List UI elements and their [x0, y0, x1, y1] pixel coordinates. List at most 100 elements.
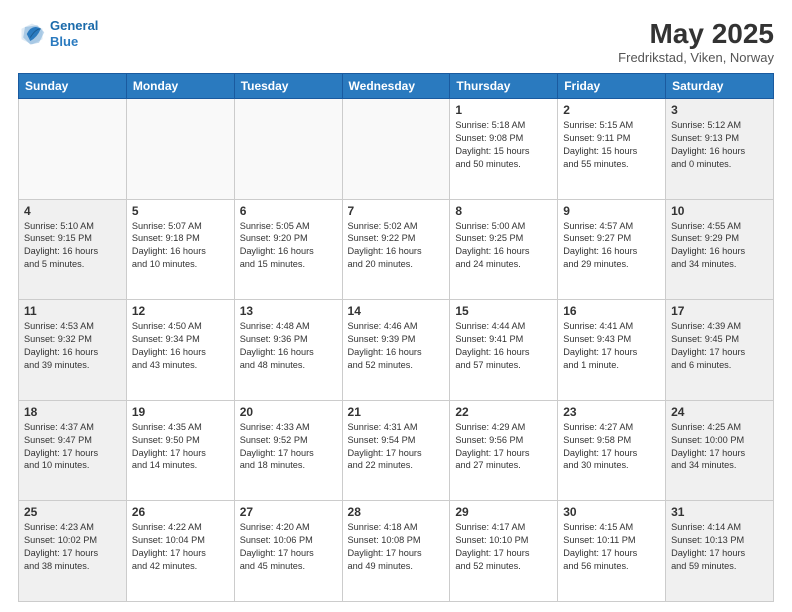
table-row: 14 Sunrise: 4:46 AM Sunset: 9:39 PM Dayli… — [342, 300, 450, 401]
table-row: 8 Sunrise: 5:00 AM Sunset: 9:25 PM Daylig… — [450, 199, 558, 300]
logo-icon — [18, 20, 46, 48]
day-number: 16 — [563, 304, 660, 318]
table-row: 2Sunrise: 5:15 AM Sunset: 9:11 PM Daylig… — [558, 99, 666, 200]
table-row: 25 Sunrise: 4:23 AM Sunset: 10:02 PM Dayl… — [19, 501, 127, 602]
day-number: 1 — [455, 103, 552, 117]
table-row: 29 Sunrise: 4:17 AM Sunset: 10:10 PM Dayl… — [450, 501, 558, 602]
table-row: 7 Sunrise: 5:02 AM Sunset: 9:22 PM Daylig… — [342, 199, 450, 300]
table-row: 4 Sunrise: 5:10 AM Sunset: 9:15 PM Daylig… — [19, 199, 127, 300]
day-info: Sunrise: 5:05 AM Sunset: 9:20 PM Dayligh… — [240, 220, 337, 272]
day-info: Sunrise: 4:20 AM Sunset: 10:06 PM Daylig… — [240, 521, 337, 573]
day-number: 18 — [24, 405, 121, 419]
table-row: 9Sunrise: 4:57 AM Sunset: 9:27 PM Daylig… — [558, 199, 666, 300]
table-row: 13 Sunrise: 4:48 AM Sunset: 9:36 PM Dayli… — [234, 300, 342, 401]
day-number: 10 — [671, 204, 768, 218]
col-tuesday: Tuesday — [234, 74, 342, 99]
calendar-week-row: 18 Sunrise: 4:37 AM Sunset: 9:47 PM Dayli… — [19, 400, 774, 501]
day-info: Sunrise: 4:31 AM Sunset: 9:54 PM Dayligh… — [348, 421, 445, 473]
day-info: Sunrise: 4:50 AM Sunset: 9:34 PM Dayligh… — [132, 320, 229, 372]
page: General Blue May 2025 Fredrikstad, Viken… — [0, 0, 792, 612]
table-row: 3 Sunrise: 5:12 AM Sunset: 9:13 PM Daylig… — [666, 99, 774, 200]
day-number: 13 — [240, 304, 337, 318]
table-row: 20Sunrise: 4:33 AM Sunset: 9:52 PM Dayli… — [234, 400, 342, 501]
day-info: Sunrise: 4:35 AM Sunset: 9:50 PM Dayligh… — [132, 421, 229, 473]
day-info: Sunrise: 5:02 AM Sunset: 9:22 PM Dayligh… — [348, 220, 445, 272]
table-row: 5 Sunrise: 5:07 AM Sunset: 9:18 PM Daylig… — [126, 199, 234, 300]
day-number: 4 — [24, 204, 121, 218]
day-info: Sunrise: 4:48 AM Sunset: 9:36 PM Dayligh… — [240, 320, 337, 372]
day-info: Sunrise: 4:33 AM Sunset: 9:52 PM Dayligh… — [240, 421, 337, 473]
table-row: 6 Sunrise: 5:05 AM Sunset: 9:20 PM Daylig… — [234, 199, 342, 300]
day-info: Sunrise: 4:22 AM Sunset: 10:04 PM Daylig… — [132, 521, 229, 573]
day-info: Sunrise: 4:53 AM Sunset: 9:32 PM Dayligh… — [24, 320, 121, 372]
day-info: Sunrise: 4:44 AM Sunset: 9:41 PM Dayligh… — [455, 320, 552, 372]
day-number: 19 — [132, 405, 229, 419]
day-number: 8 — [455, 204, 552, 218]
day-info: Sunrise: 5:10 AM Sunset: 9:15 PM Dayligh… — [24, 220, 121, 272]
day-number: 3 — [671, 103, 768, 117]
day-info: Sunrise: 4:17 AM Sunset: 10:10 PM Daylig… — [455, 521, 552, 573]
table-row: 17 Sunrise: 4:39 AM Sunset: 9:45 PM Dayli… — [666, 300, 774, 401]
col-saturday: Saturday — [666, 74, 774, 99]
day-number: 7 — [348, 204, 445, 218]
col-thursday: Thursday — [450, 74, 558, 99]
day-number: 9 — [563, 204, 660, 218]
day-number: 21 — [348, 405, 445, 419]
table-row: 16Sunrise: 4:41 AM Sunset: 9:43 PM Dayli… — [558, 300, 666, 401]
day-number: 30 — [563, 505, 660, 519]
day-number: 25 — [24, 505, 121, 519]
header: General Blue May 2025 Fredrikstad, Viken… — [18, 18, 774, 65]
day-info: Sunrise: 4:46 AM Sunset: 9:39 PM Dayligh… — [348, 320, 445, 372]
calendar-week-row: 25 Sunrise: 4:23 AM Sunset: 10:02 PM Dayl… — [19, 501, 774, 602]
logo-general: General — [50, 18, 98, 33]
day-number: 22 — [455, 405, 552, 419]
day-number: 14 — [348, 304, 445, 318]
day-number: 27 — [240, 505, 337, 519]
day-number: 5 — [132, 204, 229, 218]
table-row: 10 Sunrise: 4:55 AM Sunset: 9:29 PM Dayli… — [666, 199, 774, 300]
day-info: Sunrise: 5:07 AM Sunset: 9:18 PM Dayligh… — [132, 220, 229, 272]
day-number: 24 — [671, 405, 768, 419]
table-row: 28Sunrise: 4:18 AM Sunset: 10:08 PM Dayl… — [342, 501, 450, 602]
col-wednesday: Wednesday — [342, 74, 450, 99]
logo-blue: Blue — [50, 34, 78, 49]
table-row: 30Sunrise: 4:15 AM Sunset: 10:11 PM Dayl… — [558, 501, 666, 602]
day-number: 11 — [24, 304, 121, 318]
day-info: Sunrise: 4:25 AM Sunset: 10:00 PM Daylig… — [671, 421, 768, 473]
table-row: 27 Sunrise: 4:20 AM Sunset: 10:06 PM Dayl… — [234, 501, 342, 602]
title-month: May 2025 — [618, 18, 774, 50]
logo: General Blue — [18, 18, 98, 49]
day-info: Sunrise: 5:12 AM Sunset: 9:13 PM Dayligh… — [671, 119, 768, 171]
day-number: 29 — [455, 505, 552, 519]
title-block: May 2025 Fredrikstad, Viken, Norway — [618, 18, 774, 65]
logo-text: General Blue — [50, 18, 98, 49]
day-info: Sunrise: 4:37 AM Sunset: 9:47 PM Dayligh… — [24, 421, 121, 473]
day-number: 6 — [240, 204, 337, 218]
day-number: 2 — [563, 103, 660, 117]
day-number: 17 — [671, 304, 768, 318]
table-row: 31Sunrise: 4:14 AM Sunset: 10:13 PM Dayl… — [666, 501, 774, 602]
day-info: Sunrise: 4:55 AM Sunset: 9:29 PM Dayligh… — [671, 220, 768, 272]
day-number: 23 — [563, 405, 660, 419]
table-row: 11 Sunrise: 4:53 AM Sunset: 9:32 PM Dayli… — [19, 300, 127, 401]
title-location: Fredrikstad, Viken, Norway — [618, 50, 774, 65]
table-row — [19, 99, 127, 200]
day-number: 28 — [348, 505, 445, 519]
table-row: 23Sunrise: 4:27 AM Sunset: 9:58 PM Dayli… — [558, 400, 666, 501]
day-info: Sunrise: 4:23 AM Sunset: 10:02 PM Daylig… — [24, 521, 121, 573]
table-row: 1Sunrise: 5:18 AM Sunset: 9:08 PM Daylig… — [450, 99, 558, 200]
calendar-header-row: Sunday Monday Tuesday Wednesday Thursday… — [19, 74, 774, 99]
table-row — [342, 99, 450, 200]
calendar-table: Sunday Monday Tuesday Wednesday Thursday… — [18, 73, 774, 602]
table-row: 18 Sunrise: 4:37 AM Sunset: 9:47 PM Dayli… — [19, 400, 127, 501]
calendar-week-row: 11 Sunrise: 4:53 AM Sunset: 9:32 PM Dayli… — [19, 300, 774, 401]
day-number: 15 — [455, 304, 552, 318]
table-row — [126, 99, 234, 200]
day-info: Sunrise: 4:39 AM Sunset: 9:45 PM Dayligh… — [671, 320, 768, 372]
day-number: 26 — [132, 505, 229, 519]
table-row: 24 Sunrise: 4:25 AM Sunset: 10:00 PM Dayl… — [666, 400, 774, 501]
table-row: 22Sunrise: 4:29 AM Sunset: 9:56 PM Dayli… — [450, 400, 558, 501]
col-friday: Friday — [558, 74, 666, 99]
calendar-week-row: 4 Sunrise: 5:10 AM Sunset: 9:15 PM Daylig… — [19, 199, 774, 300]
day-info: Sunrise: 5:00 AM Sunset: 9:25 PM Dayligh… — [455, 220, 552, 272]
